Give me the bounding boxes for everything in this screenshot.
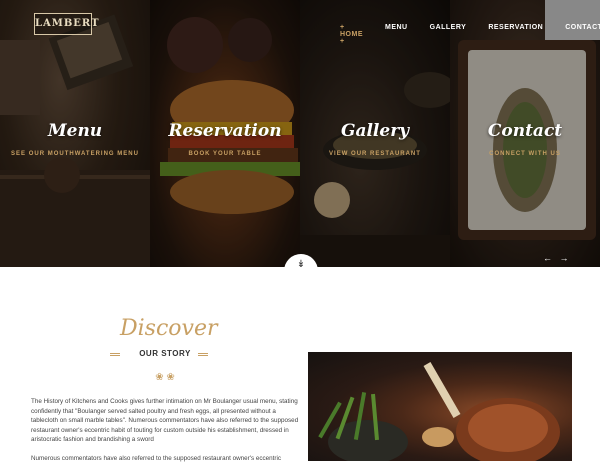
double-chevron-down-icon: ↡ [296,259,306,270]
nav-item-menu[interactable]: MENU [385,24,408,45]
section-heading: Discover [120,316,218,341]
nav-item-home-label: HOME [340,31,363,38]
panel-title: Gallery [340,121,410,141]
site-logo[interactable]: LAMBERT [34,13,99,35]
hero-panel-menu[interactable]: Menu SEE OUR MOUTHWATERING MENU [0,0,150,267]
hero-panel-reservation[interactable]: Reservation BOOK YOUR TABLE [150,0,300,267]
story-paragraph-2: Numerous commentators have also referred… [31,455,282,462]
panel-title: Contact [487,121,563,141]
divider-line [110,355,120,356]
main-nav: + HOME + MENU GALLERY RESERVATION CONTAC… [340,24,600,45]
panel-title: Menu [47,121,103,141]
steak-image [318,362,560,461]
nav-item-home[interactable]: + HOME + [340,24,363,45]
panel-subtitle: BOOK YOUR TABLE [188,151,262,157]
panel-subtitle: CONNECT WITH US [489,151,561,157]
arrow-left-icon[interactable]: ← [543,253,552,263]
arrow-right-icon[interactable]: → [560,253,569,263]
nav-item-reservation[interactable]: RESERVATION [488,24,543,45]
ornament-icon: ❀ ❀ [155,372,175,383]
panel-title: Reservation [168,121,282,141]
panel-subtitle: VIEW OUR RESTAURANT [329,151,421,157]
nav-item-gallery[interactable]: GALLERY [430,24,467,45]
section-subheading: OUR STORY [139,349,191,358]
nav-item-contact[interactable]: CONTACT [565,24,600,45]
story-paragraph: The History of Kitchens and Cooks gives … [31,398,299,443]
steak-photo [308,352,572,461]
scroll-down-button[interactable]: ↡ [284,254,318,280]
panel-subtitle: SEE OUR MOUTHWATERING MENU [11,151,139,157]
slider-arrows: ← → [543,253,569,263]
divider-line [110,353,120,354]
